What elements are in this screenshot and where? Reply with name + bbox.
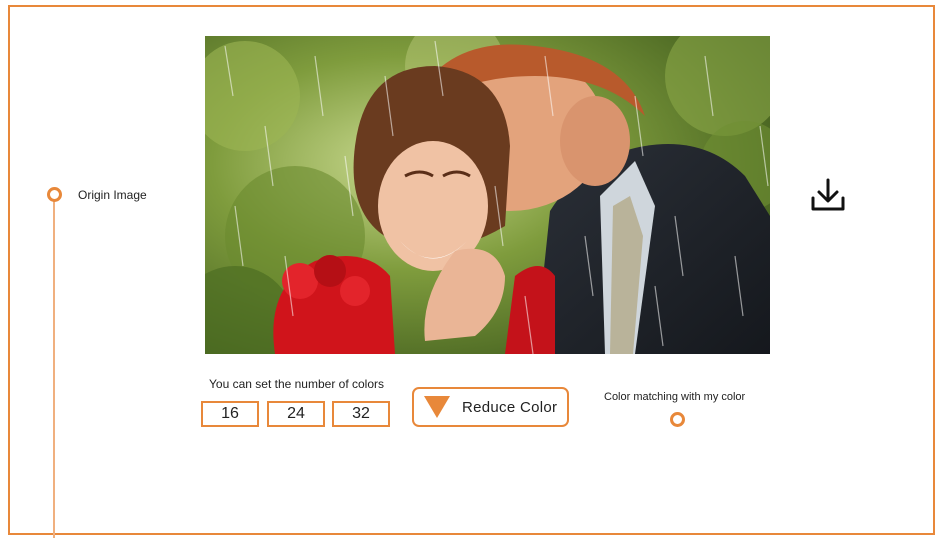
origin-image-label: Origin Image bbox=[78, 188, 147, 202]
download-icon bbox=[811, 178, 845, 211]
timeline-node bbox=[47, 187, 62, 202]
origin-image-illustration bbox=[205, 36, 770, 354]
color-count-caption: You can set the number of colors bbox=[209, 377, 384, 391]
triangle-down-icon bbox=[424, 396, 450, 418]
color-count-24[interactable]: 24 bbox=[267, 401, 325, 427]
timeline-line bbox=[53, 201, 55, 538]
download-button[interactable] bbox=[809, 176, 847, 214]
origin-image bbox=[205, 36, 770, 354]
color-matching-radio[interactable] bbox=[670, 412, 685, 427]
color-count-16[interactable]: 16 bbox=[201, 401, 259, 427]
reduce-color-button[interactable]: Reduce Color bbox=[412, 387, 569, 427]
reduce-color-label: Reduce Color bbox=[462, 398, 558, 416]
color-matching-label: Color matching with my color bbox=[604, 391, 746, 403]
color-count-32[interactable]: 32 bbox=[332, 401, 390, 427]
